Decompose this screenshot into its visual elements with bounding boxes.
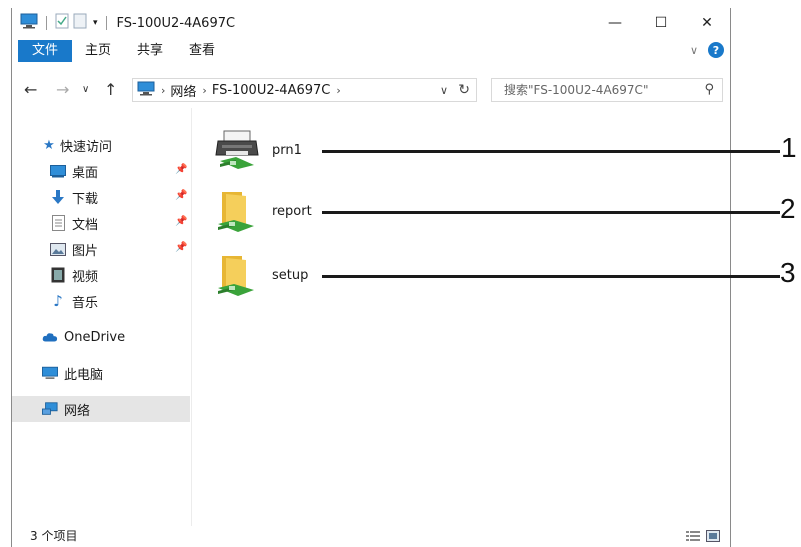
sidebar-item-this-pc[interactable]: 此电脑: [12, 360, 190, 386]
pin-icon[interactable]: 📌: [175, 190, 187, 201]
desktop-icon: [50, 163, 66, 179]
picture-icon: [50, 241, 66, 257]
shared-folder-report[interactable]: report: [214, 188, 312, 234]
maximize-button[interactable]: ☐: [638, 8, 684, 38]
minimize-button[interactable]: —: [592, 8, 638, 38]
item-label: setup: [272, 267, 309, 283]
sidebar-item-label: 音乐: [72, 295, 99, 311]
new-folder-icon[interactable]: [73, 13, 87, 33]
sidebar-item-label: 网络: [64, 403, 91, 419]
up-arrow-icon[interactable]: ↑: [104, 80, 117, 99]
shared-folder-setup[interactable]: setup: [214, 252, 308, 298]
callout-number-3: 3: [780, 257, 796, 288]
callout-number-2: 2: [780, 193, 796, 224]
download-icon: [50, 189, 66, 205]
qa-separator: [105, 16, 107, 30]
refresh-icon[interactable]: ↻: [458, 82, 470, 98]
sidebar-item-downloads[interactable]: 下载 📌: [12, 184, 190, 210]
pane-divider[interactable]: [191, 108, 192, 526]
tab-share[interactable]: 共享: [124, 40, 176, 62]
cloud-icon: [42, 329, 58, 345]
sidebar-item-label: 快速访问: [60, 139, 113, 155]
network-icon: [42, 401, 58, 417]
breadcrumb-separator-icon[interactable]: ›: [161, 84, 165, 97]
quick-access-toolbar: ▾: [20, 13, 111, 33]
details-view-icon[interactable]: [686, 527, 700, 546]
network-folder-icon: [214, 188, 260, 234]
address-dropdown-icon[interactable]: ∨: [440, 84, 448, 97]
address-row: ← → ∨ ↑ › 网络 › FS-100U2-4A697C › ∨ ↻ ⚲: [12, 78, 730, 102]
search-input[interactable]: [502, 82, 691, 98]
view-buttons: [686, 527, 720, 546]
recent-locations-icon[interactable]: ∨: [82, 84, 89, 95]
sidebar-item-label: 文档: [72, 217, 99, 233]
large-icons-view-icon[interactable]: [706, 527, 720, 546]
tab-file[interactable]: 文件: [18, 40, 73, 62]
callout-line-1: [322, 150, 780, 153]
network-printer-icon: [214, 127, 260, 173]
computer-icon: [42, 365, 58, 381]
shared-printer-prn1[interactable]: prn1: [214, 127, 302, 173]
qa-separator: [46, 16, 47, 30]
breadcrumb-device[interactable]: FS-100U2-4A697C: [212, 83, 331, 98]
sidebar-item-label: 下载: [72, 191, 99, 207]
tab-view[interactable]: 查看: [176, 40, 228, 62]
item-label: report: [272, 203, 312, 219]
title-bar: ▾ FS-100U2-4A697C — ☐ ✕: [12, 8, 730, 38]
network-pc-icon[interactable]: [20, 13, 38, 33]
pin-icon[interactable]: 📌: [175, 216, 187, 227]
sidebar-item-quick-access[interactable]: ★ 快速访问: [12, 132, 190, 158]
search-icon[interactable]: ⚲: [704, 82, 714, 97]
forward-arrow-icon[interactable]: →: [56, 80, 69, 99]
callout-line-3: [322, 275, 780, 278]
sidebar-item-network[interactable]: 网络: [12, 396, 190, 422]
network-location-icon: [137, 81, 155, 100]
close-button[interactable]: ✕: [684, 8, 730, 38]
pin-icon[interactable]: 📌: [175, 242, 187, 253]
search-box[interactable]: ⚲: [491, 78, 723, 102]
help-icon[interactable]: ?: [708, 42, 724, 58]
sidebar-item-label: 视频: [72, 269, 99, 285]
video-icon: [50, 267, 66, 283]
navigation-pane: ★ 快速访问 桌面 📌 下载 📌 文档 📌 图片 📌 视频 ♪ 音乐 OneDr…: [12, 132, 190, 422]
sidebar-item-label: 此电脑: [64, 367, 104, 383]
sidebar-item-desktop[interactable]: 桌面 📌: [12, 158, 190, 184]
music-icon: ♪: [53, 292, 63, 310]
sidebar-item-label: 桌面: [72, 165, 99, 181]
tab-home[interactable]: 主页: [72, 40, 124, 62]
properties-icon[interactable]: [55, 13, 69, 33]
breadcrumb-network[interactable]: 网络: [170, 81, 196, 100]
address-bar[interactable]: › 网络 › FS-100U2-4A697C › ∨ ↻: [132, 78, 477, 102]
sidebar-item-onedrive[interactable]: OneDrive: [12, 324, 190, 350]
sidebar-item-music[interactable]: ♪ 音乐: [12, 288, 190, 314]
customize-qa-dropdown-icon[interactable]: ▾: [93, 18, 98, 28]
expand-ribbon-icon[interactable]: ∨: [690, 44, 698, 57]
sidebar-item-pictures[interactable]: 图片 📌: [12, 236, 190, 262]
sidebar-item-label: 图片: [72, 243, 99, 259]
sidebar-item-videos[interactable]: 视频: [12, 262, 190, 288]
ribbon-right-controls: ∨ ?: [690, 42, 724, 58]
network-folder-icon: [214, 252, 260, 298]
callout-number-1: 1: [781, 132, 797, 163]
star-icon: ★: [43, 137, 55, 153]
status-item-count: 3 个项目: [30, 529, 78, 543]
item-label: prn1: [272, 142, 302, 158]
sidebar-item-documents[interactable]: 文档 📌: [12, 210, 190, 236]
breadcrumb-separator-icon[interactable]: ›: [336, 84, 340, 97]
pin-icon[interactable]: 📌: [175, 164, 187, 175]
back-arrow-icon[interactable]: ←: [24, 80, 37, 99]
breadcrumb-separator-icon[interactable]: ›: [202, 84, 206, 97]
window-title: FS-100U2-4A697C: [116, 15, 236, 31]
document-icon: [50, 215, 66, 231]
sidebar-item-label: OneDrive: [64, 329, 126, 345]
callout-line-2: [322, 211, 780, 214]
ribbon-tabs: 文件 主页 共享 查看 ∨ ?: [12, 40, 730, 62]
